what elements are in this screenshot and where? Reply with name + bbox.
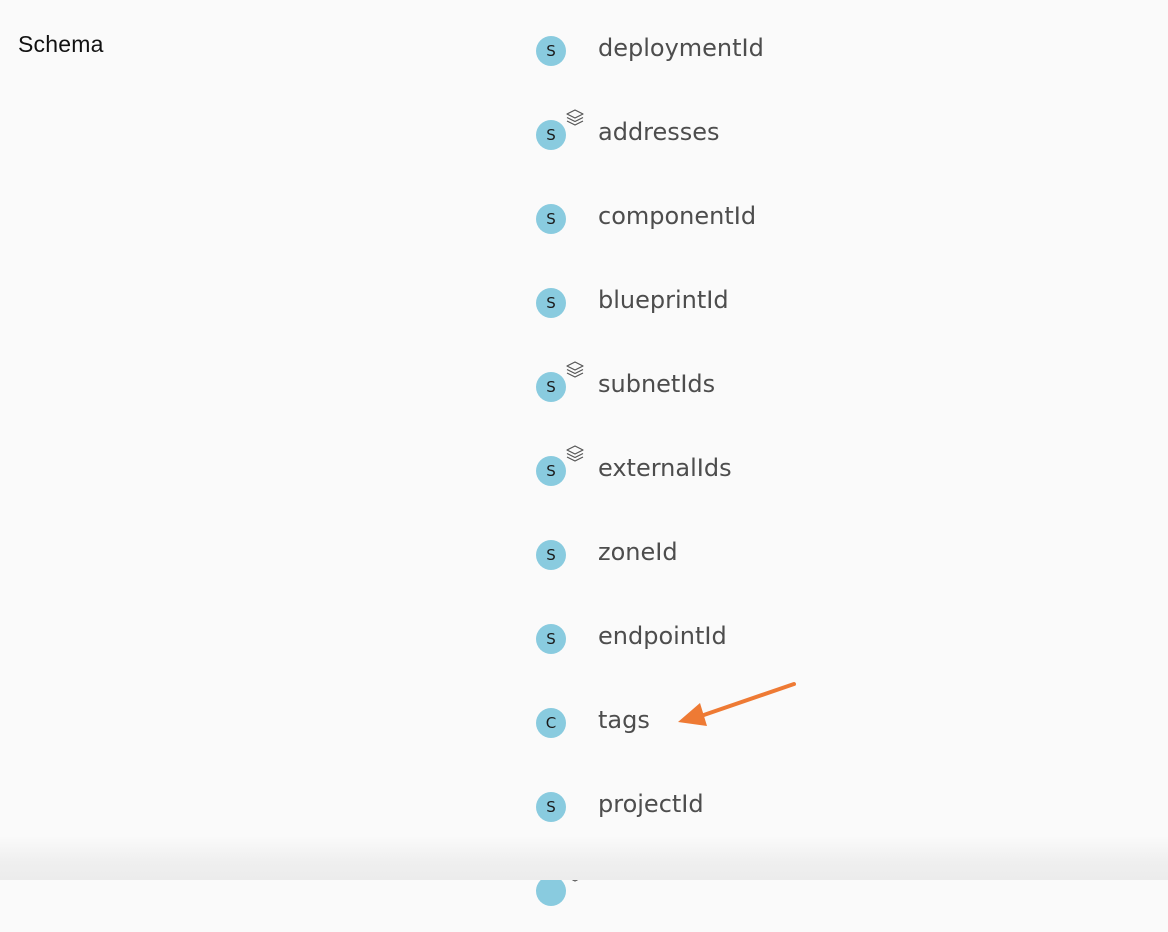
schema-item-externalIds[interactable]: S externalIds bbox=[536, 428, 1056, 512]
type-badge: S bbox=[536, 120, 566, 150]
schema-list: S deploymentId S addresses S componentId… bbox=[536, 8, 1056, 932]
type-badge: S bbox=[536, 288, 566, 318]
arrow-shaft bbox=[696, 682, 796, 719]
schema-item-label: addresses bbox=[598, 118, 720, 146]
schema-item-partial[interactable] bbox=[536, 848, 1056, 932]
schema-item-label: componentId bbox=[598, 202, 757, 230]
type-badge: C bbox=[536, 708, 566, 738]
schema-item-label: projectId bbox=[598, 790, 704, 818]
schema-item-label: deploymentId bbox=[598, 34, 764, 62]
layers-icon bbox=[566, 109, 584, 126]
schema-item-label: tags bbox=[598, 706, 650, 734]
schema-item-endpointId[interactable]: S endpointId bbox=[536, 596, 1056, 680]
type-badge: S bbox=[536, 204, 566, 234]
schema-item-label: subnetIds bbox=[598, 370, 716, 398]
arrow-head bbox=[678, 703, 707, 726]
schema-item-label: zoneId bbox=[598, 538, 678, 566]
type-badge: S bbox=[536, 36, 566, 66]
schema-item-subnetIds[interactable]: S subnetIds bbox=[536, 344, 1056, 428]
schema-item-label: endpointId bbox=[598, 622, 727, 650]
type-badge: S bbox=[536, 792, 566, 822]
schema-item-zoneId[interactable]: S zoneId bbox=[536, 512, 1056, 596]
type-badge: S bbox=[536, 624, 566, 654]
layers-icon bbox=[566, 865, 584, 882]
section-title: Schema bbox=[18, 31, 104, 57]
schema-item-addresses[interactable]: S addresses bbox=[536, 92, 1056, 176]
schema-item-projectId[interactable]: S projectId bbox=[536, 764, 1056, 848]
schema-item-deploymentId[interactable]: S deploymentId bbox=[536, 8, 1056, 92]
type-badge: S bbox=[536, 540, 566, 570]
arrow-icon bbox=[678, 682, 796, 726]
layers-icon bbox=[566, 361, 584, 378]
schema-item-label: externalIds bbox=[598, 454, 732, 482]
type-badge bbox=[536, 876, 566, 906]
schema-item-label: blueprintId bbox=[598, 286, 729, 314]
layers-icon bbox=[566, 445, 584, 462]
type-badge: S bbox=[536, 372, 566, 402]
schema-item-componentId[interactable]: S componentId bbox=[536, 176, 1056, 260]
schema-item-blueprintId[interactable]: S blueprintId bbox=[536, 260, 1056, 344]
type-badge: S bbox=[536, 456, 566, 486]
